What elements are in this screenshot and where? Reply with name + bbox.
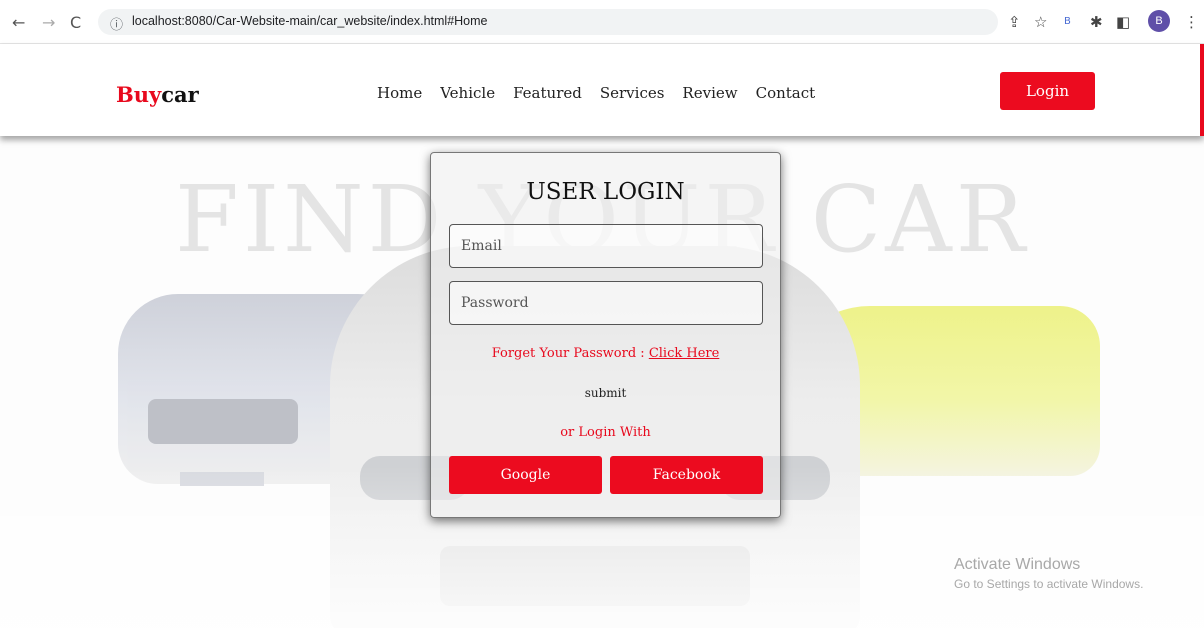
forward-arrow-icon[interactable]: → [42,14,55,32]
scroll-edge-accent [1200,44,1204,136]
extensions-puzzle-icon[interactable]: ✱ [1090,13,1103,31]
logo-car: car [161,82,199,107]
nav-services[interactable]: Services [600,84,665,102]
nav-featured[interactable]: Featured [513,84,582,102]
reload-icon[interactable]: C [70,14,81,32]
extension-icon[interactable]: B [1064,16,1071,27]
forget-password-line: Forget Your Password : Click Here [431,346,780,361]
click-here-link[interactable]: Click Here [649,346,720,361]
email-input[interactable] [449,224,763,268]
nav-contact[interactable]: Contact [756,84,816,102]
site-header: Buycar Home Vehicle Featured Services Re… [0,44,1204,136]
info-icon[interactable]: ⓘ [110,14,123,33]
windows-activation-watermark: Activate Windows Go to Settings to activ… [954,556,1143,591]
login-card: USER LOGIN Forget Your Password : Click … [430,152,781,518]
google-login-button[interactable]: Google [449,456,602,494]
or-login-with-text: or Login With [560,425,651,440]
bookmark-star-icon[interactable]: ☆ [1034,13,1047,31]
share-icon[interactable]: ⇪ [1008,13,1021,31]
nav-review[interactable]: Review [682,84,737,102]
browser-toolbar: ← → C ⓘ localhost:8080/Car-Website-main/… [0,0,1204,44]
watermark-line2: Go to Settings to activate Windows. [954,577,1144,591]
nav-vehicle[interactable]: Vehicle [440,84,495,102]
address-url[interactable]: localhost:8080/Car-Website-main/car_webs… [132,14,488,28]
login-button[interactable]: Login [1000,72,1095,110]
forget-password-text: Forget Your Password : [491,346,649,361]
watermark-line1: Activate Windows [954,556,1081,573]
profile-avatar[interactable]: B [1148,10,1170,32]
address-bar[interactable]: ⓘ localhost:8080/Car-Website-main/car_we… [98,9,998,35]
password-input[interactable] [449,281,763,325]
submit-button[interactable]: submit [431,386,780,400]
logo-buy: Buy [116,82,162,107]
side-panel-icon[interactable]: ◧ [1116,13,1130,31]
nav-home[interactable]: Home [377,84,422,102]
login-title: USER LOGIN [526,179,685,205]
facebook-login-button[interactable]: Facebook [610,456,763,494]
logo[interactable]: Buycar [116,82,199,107]
menu-kebab-icon[interactable]: ⋮ [1184,13,1199,31]
car-grille [148,399,298,444]
back-arrow-icon[interactable]: ← [12,14,25,32]
main-nav: Home Vehicle Featured Services Review Co… [377,84,833,102]
